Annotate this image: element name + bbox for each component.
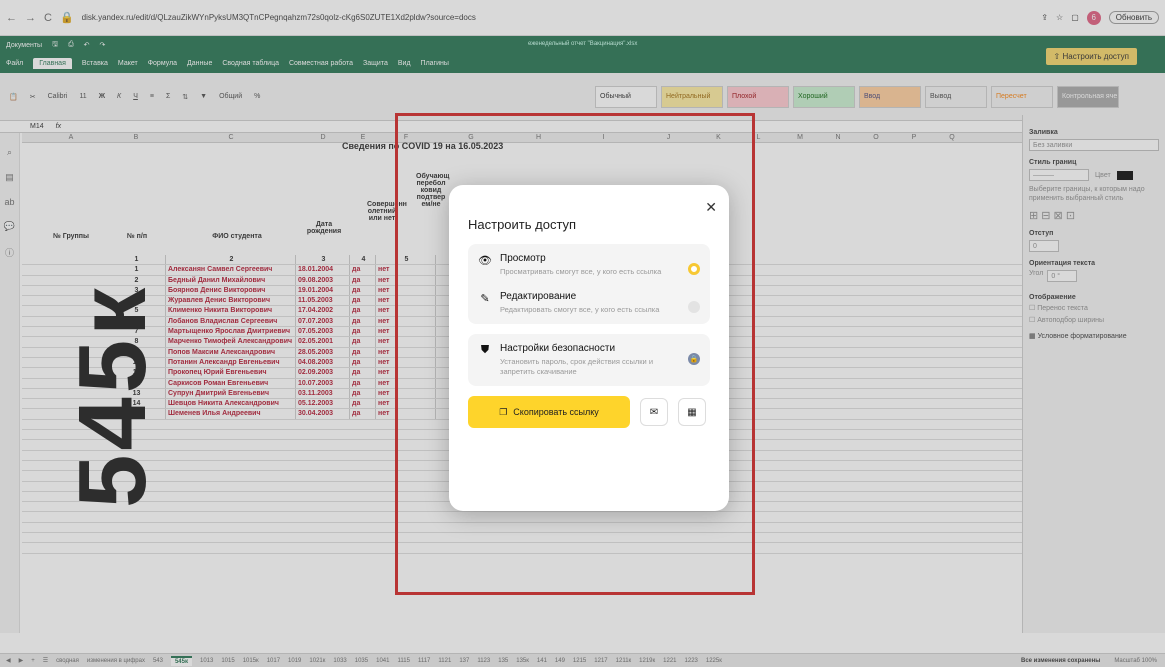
mail-icon: ✉ — [649, 406, 659, 418]
security-title: Настройки безопасности — [500, 343, 616, 354]
copy-link-label: Скопировать ссылку — [513, 407, 599, 417]
view-title: Просмотр — [500, 253, 546, 264]
edit-title: Редактирование — [500, 291, 577, 302]
view-radio[interactable] — [688, 263, 700, 275]
qr-button[interactable]: ▦ — [678, 398, 706, 426]
eye-icon: 👁 — [478, 254, 492, 267]
edit-desc: Редактировать смогут все, у кого есть сс… — [500, 305, 660, 314]
dialog-title: Настроить доступ — [468, 217, 577, 232]
qr-code-icon: ▦ — [687, 406, 697, 418]
shield-icon: ⛊ — [480, 343, 490, 356]
edit-radio[interactable] — [688, 301, 700, 313]
view-desc: Просматривать смогут все, у кого есть сс… — [500, 267, 662, 276]
option-view[interactable]: 👁 Просмотр Просматривать смогут все, у ко… — [478, 253, 700, 277]
lock-icon: 🔒 — [688, 353, 700, 365]
copy-icon: ❐ — [499, 406, 508, 417]
email-button[interactable]: ✉ — [640, 398, 668, 426]
option-edit[interactable]: ✎ Редактирование Редактировать смогут все… — [478, 291, 700, 315]
access-options: 👁 Просмотр Просматривать смогут все, у ко… — [468, 244, 710, 324]
security-option[interactable]: ⛊ Настройки безопасности Установить парол… — [468, 334, 710, 386]
copy-link-button[interactable]: ❐ Скопировать ссылку — [468, 396, 630, 428]
share-dialog: ✕ Настроить доступ 👁 Просмотр Просматрива… — [449, 185, 729, 511]
pencil-icon: ✎ — [480, 292, 490, 305]
security-desc: Установить пароль, срок действия ссылки … — [500, 357, 654, 376]
close-icon[interactable]: ✕ — [705, 199, 717, 216]
